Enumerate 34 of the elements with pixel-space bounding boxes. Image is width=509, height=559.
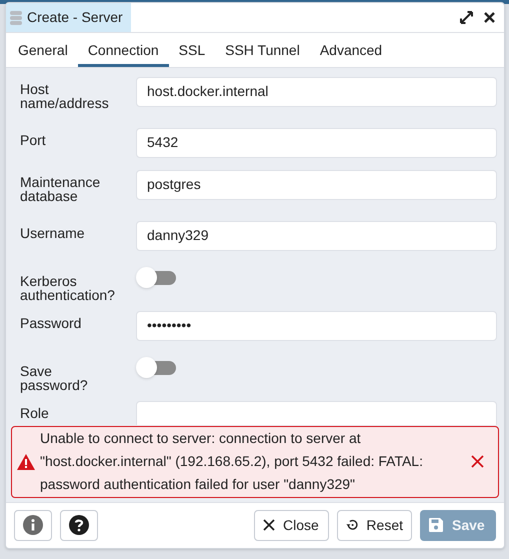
input-field[interactable] xyxy=(136,400,497,425)
close-icon xyxy=(263,519,275,532)
close-icon[interactable] xyxy=(484,12,495,24)
close-button[interactable]: Close xyxy=(254,510,329,541)
save-icon xyxy=(428,517,444,534)
input-field[interactable]: danny329 xyxy=(136,220,497,251)
field-label: Username xyxy=(20,224,86,240)
reset-button[interactable]: Reset xyxy=(337,510,412,541)
info-icon xyxy=(23,515,43,536)
tab[interactable]: SSL xyxy=(168,33,216,67)
server-icon xyxy=(9,10,23,26)
field-label: Port xyxy=(20,130,47,147)
warning-icon xyxy=(17,454,35,470)
input-field[interactable]: postgres xyxy=(136,170,497,200)
tab[interactable]: SSH Tunnel xyxy=(215,33,310,67)
input-field[interactable]: 5432 xyxy=(136,128,497,158)
toggle-switch[interactable] xyxy=(136,266,178,289)
tab[interactable]: Advanced xyxy=(310,33,392,67)
tab[interactable]: General xyxy=(8,33,78,67)
window-title: Create - Server xyxy=(27,8,123,28)
field-label: Role xyxy=(20,404,50,420)
input-field[interactable]: ••••••••• xyxy=(136,310,497,341)
help-icon xyxy=(69,515,89,536)
field-label: Host name/address xyxy=(20,80,110,110)
field-label: Password xyxy=(20,314,82,330)
help-button[interactable] xyxy=(60,510,98,541)
toggle-switch[interactable] xyxy=(136,356,178,379)
field-label: Save password? xyxy=(20,362,89,392)
field-label: Kerberos authentication? xyxy=(20,272,116,302)
expand-icon[interactable] xyxy=(460,11,473,24)
input-field[interactable]: host.docker.internal xyxy=(136,76,497,107)
error-message: Unable to connect to server: connection to server at "host.docker.internal" (192.168.65.2), port 5432 failed: FATAL: password authentication failed for user "danny329" xyxy=(40,429,424,494)
info-button[interactable] xyxy=(14,510,52,541)
field-label: Maintenance database xyxy=(20,172,102,203)
